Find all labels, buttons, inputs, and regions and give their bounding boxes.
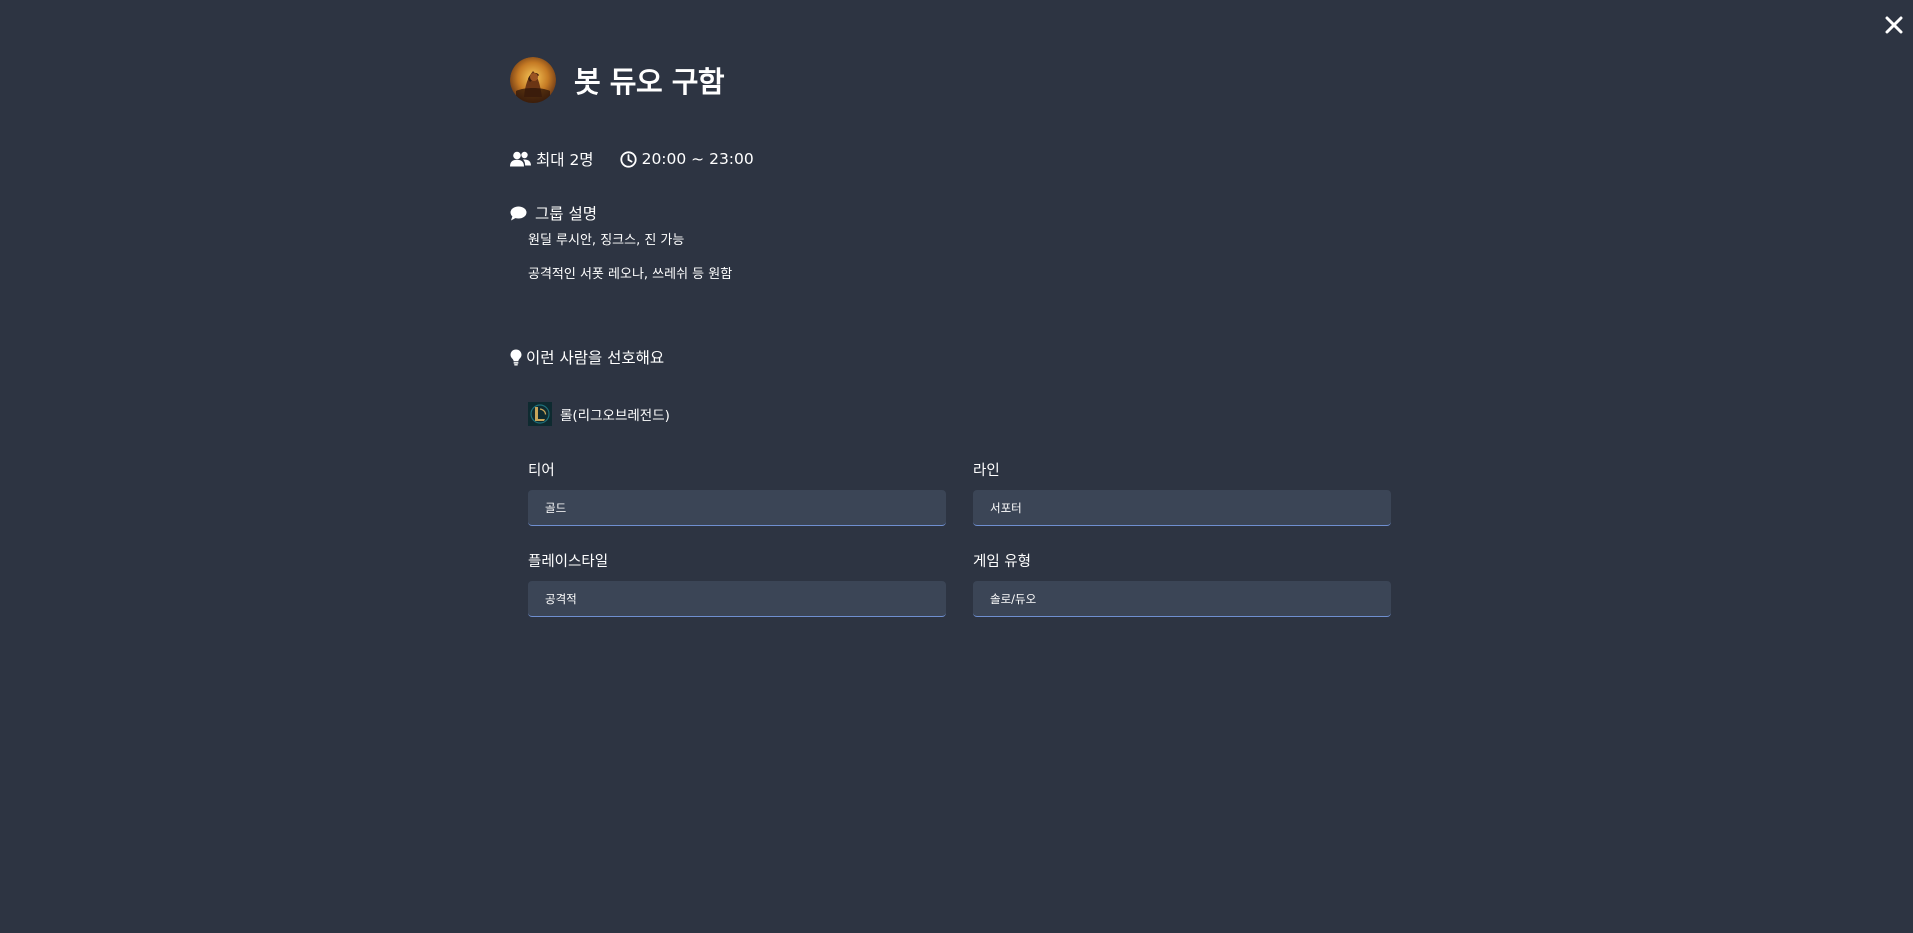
- comment-icon: [510, 206, 535, 221]
- lane-field[interactable]: 서포터: [973, 490, 1391, 526]
- game-name: 롤(리그오브레전드): [560, 408, 670, 424]
- description-line: 원딜 루시안, 징크스, 진 가능: [528, 233, 685, 248]
- preferences-heading: 이런 사람을 선호해요: [510, 346, 664, 368]
- lightbulb-icon: [510, 349, 526, 366]
- group-description-title: 그룹 설명: [535, 205, 597, 223]
- clock-icon: [619, 150, 642, 168]
- game-type-value: 솔로/듀오: [990, 591, 1037, 606]
- game-type-field[interactable]: 솔로/듀오: [973, 581, 1391, 617]
- league-of-legends-logo: [528, 402, 560, 426]
- preferred-game: 롤(리그오브레전드): [528, 402, 670, 426]
- capacity-text: 최대 2명: [536, 151, 594, 169]
- champion-avatar: [510, 57, 556, 103]
- playstyle-label: 플레이스타일: [528, 554, 609, 570]
- preferences-title: 이런 사람을 선호해요: [526, 349, 665, 367]
- description-line: 공격적인 서폿 레오나, 쓰레쉬 등 원함: [528, 267, 733, 282]
- lane-label: 라인: [973, 463, 1000, 479]
- time-range-text: 20:00 ~ 23:00: [641, 150, 754, 168]
- group-description-heading: 그룹 설명: [510, 202, 597, 224]
- close-button[interactable]: [1882, 13, 1906, 37]
- users-icon: [510, 151, 536, 167]
- capacity-info: 최대 2명: [510, 148, 594, 170]
- tier-label: 티어: [528, 463, 555, 479]
- group-meta: 최대 2명 20:00 ~ 23:00: [510, 148, 754, 170]
- group-title: 봇 듀오 구함: [574, 65, 725, 99]
- time-info: 20:00 ~ 23:00: [619, 150, 754, 168]
- game-type-label: 게임 유형: [973, 554, 1031, 570]
- group-header: 봇 듀오 구함: [510, 56, 725, 104]
- playstyle-field[interactable]: 공격적: [528, 581, 946, 617]
- close-icon: [1885, 16, 1903, 34]
- lane-value: 서포터: [990, 500, 1022, 515]
- tier-value: 골드: [545, 500, 567, 515]
- tier-field[interactable]: 골드: [528, 490, 946, 526]
- playstyle-value: 공격적: [545, 591, 577, 606]
